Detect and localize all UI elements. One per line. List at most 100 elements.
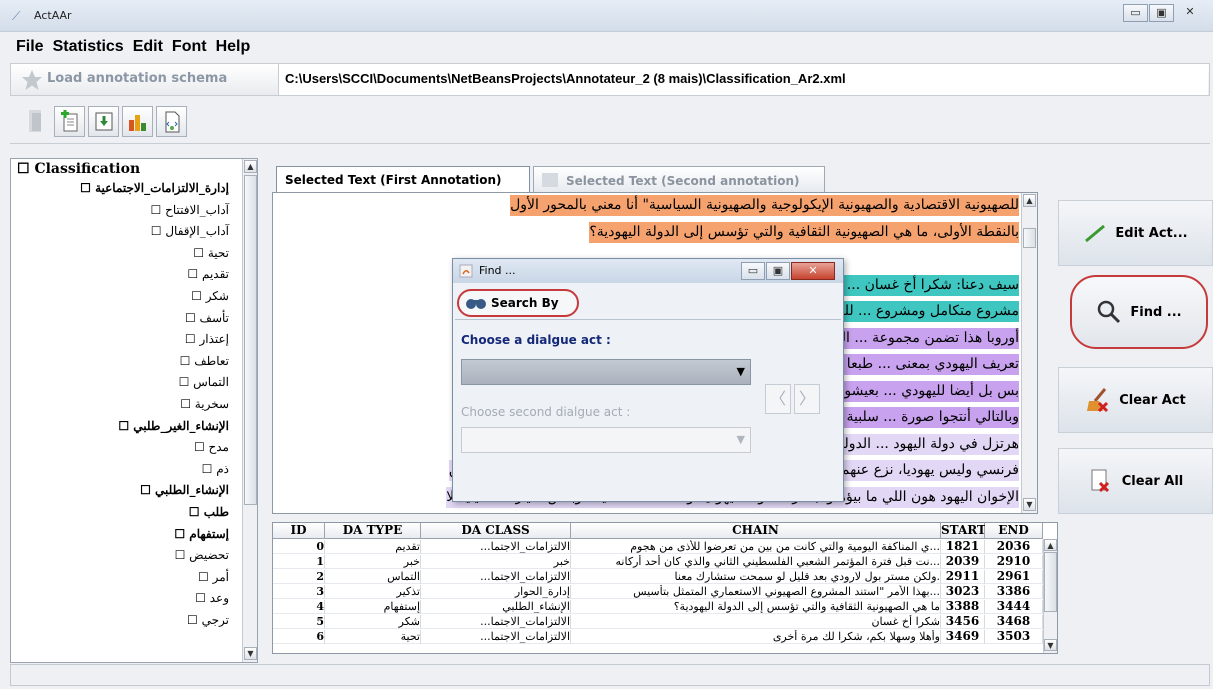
tab-first-annotation[interactable]: Selected Text (First Annotation) (276, 166, 530, 193)
tree-item[interactable]: تعاطف ☐ (180, 354, 229, 368)
tree-item[interactable]: شكر ☐ (191, 289, 229, 303)
find-button[interactable]: Find ... (1070, 275, 1208, 349)
table-scrollbar[interactable]: ▲ ▼ (1043, 539, 1057, 653)
dialog-minimize-button[interactable]: ▭ (741, 262, 765, 280)
maximize-button[interactable]: ▣ (1149, 4, 1174, 22)
column-header[interactable]: DA TYPE (325, 523, 421, 539)
leaf-icon: ☐ (198, 569, 213, 584)
folder-icon: ☐ (118, 418, 134, 433)
statistics-button[interactable] (122, 106, 153, 137)
clear-all-button[interactable]: Clear All (1058, 448, 1213, 514)
tree-scroll-up[interactable]: ▲ (244, 160, 257, 173)
load-schema-button[interactable]: Load annotation schema (47, 71, 227, 86)
leaf-icon: ☐ (179, 353, 195, 368)
menu-statistics[interactable]: Statistics (53, 38, 124, 56)
column-header[interactable]: CHAIN (571, 523, 941, 539)
edit-act-button[interactable]: Edit Act... (1058, 200, 1213, 266)
table-cell: 2036 (985, 540, 1043, 554)
tab-second-annotation[interactable]: Selected Text (Second annotation) (533, 166, 825, 193)
column-header[interactable]: END (985, 523, 1043, 539)
dialog-close-button[interactable]: ✕ (791, 262, 835, 280)
find-dialog: Find ... ▭ ▣ ✕ Search By Choose a dialgu… (452, 258, 844, 502)
tree-group[interactable]: إستفهام ☐ (174, 527, 229, 541)
tree-item[interactable]: مدح ☐ (194, 440, 229, 454)
export-xml-button[interactable] (156, 106, 187, 137)
text-scroll-up[interactable]: ▲ (1023, 194, 1036, 207)
tree-group[interactable]: طلب ☐ (189, 505, 229, 519)
tree-item[interactable]: تأسف ☐ (185, 311, 229, 325)
tree-scroll-down[interactable]: ▼ (244, 647, 257, 660)
pencil-icon (1085, 224, 1106, 243)
column-header[interactable]: DA CLASS (421, 523, 571, 539)
table-cell: 2039 (941, 555, 985, 569)
menu-file[interactable]: File (16, 38, 44, 56)
tree-item[interactable]: سخرية ☐ (180, 397, 229, 411)
leaf-icon: ☐ (195, 591, 210, 606)
tree-item[interactable]: إعتذار ☐ (185, 332, 229, 346)
tree-item[interactable]: التماس ☐ (179, 375, 229, 389)
table-cell: تحية (325, 630, 421, 644)
leaf-icon: ☐ (180, 397, 195, 411)
java-icon (459, 264, 473, 278)
table-cell: 2 (273, 570, 325, 584)
save-button[interactable] (88, 106, 119, 137)
table-cell: وأهلا وسهلا بكم، شكرا لك مرة أخرى (571, 630, 941, 644)
tree-item[interactable]: ذم ☐ (202, 462, 229, 476)
tree-item[interactable]: تحية ☐ (193, 246, 229, 260)
schema-path-field[interactable]: C:\Users\SCCI\Documents\NetBeansProjects… (278, 64, 1208, 95)
title-bar: ActAAr (0, 0, 1213, 32)
table-cell: الالتزامات_الاجتما... (421, 630, 571, 644)
table-cell: 3388 (941, 600, 985, 614)
exit-button[interactable] (20, 106, 51, 137)
column-header[interactable]: START (941, 523, 986, 539)
leaf-icon: ☐ (150, 202, 166, 217)
add-document-button[interactable] (54, 106, 85, 137)
tree-scrollbar[interactable]: ▲ ▼ (242, 159, 257, 662)
tree-item[interactable]: وعد ☐ (195, 591, 229, 605)
text-scroll-thumb[interactable] (1023, 228, 1036, 248)
dialog-maximize-button[interactable]: ▣ (766, 262, 790, 280)
search-by-tab[interactable]: Search By (457, 289, 579, 317)
column-header[interactable]: ID (273, 523, 325, 539)
table-cell: 3503 (985, 630, 1043, 644)
tree-item[interactable]: آداب_الافتتاح ☐ (151, 203, 229, 217)
table-cell: إدارة_الحوار (421, 585, 571, 599)
tree-group[interactable]: إدارة_الالتزامات_الاجتماعية ☐ (80, 181, 229, 195)
table-scroll-up[interactable]: ▲ (1044, 539, 1057, 551)
clear-act-button[interactable]: Clear Act (1058, 367, 1213, 433)
folder-icon: ☐ (140, 483, 156, 498)
table-scroll-down[interactable]: ▼ (1044, 639, 1057, 651)
tree-root[interactable]: ☐ Classification (17, 161, 140, 177)
text-line[interactable]: للصهيونية الاقتصادية والصهيونية الإيكولو… (510, 195, 1019, 216)
dialogue-act-select[interactable]: ▼ (461, 359, 751, 385)
leaf-icon: ☐ (193, 440, 209, 455)
menu-font[interactable]: Font (172, 38, 207, 56)
tree-group[interactable]: الإنشاء_الغير_طلبي ☐ (118, 419, 229, 433)
text-scroll-down[interactable]: ▼ (1023, 498, 1036, 511)
next-act-button[interactable]: 〉 (794, 384, 820, 414)
tree-item[interactable]: ترجي ☐ (187, 613, 229, 627)
previous-act-button[interactable]: 〈 (765, 384, 791, 414)
menu-edit[interactable]: Edit (133, 38, 163, 56)
table-cell: خبر (325, 555, 421, 569)
tree-group[interactable]: الإنشاء_الطلبي ☐ (140, 483, 229, 497)
text-scrollbar[interactable]: ▲ ▼ (1021, 193, 1037, 513)
table-scroll-thumb[interactable] (1044, 552, 1057, 612)
table-cell: الالتزامات_الاجتما... (421, 615, 571, 629)
text-line[interactable]: بالنقطة الأولى، ما هي الصهيونية الثقافية… (589, 221, 1019, 243)
minimize-button[interactable]: ▭ (1123, 4, 1148, 22)
tree-item[interactable]: تحضيض ☐ (175, 548, 229, 562)
second-dialogue-act-select[interactable]: ▼ (461, 427, 751, 453)
table-cell: 3469 (941, 630, 985, 644)
annotations-table: ID DA TYPE DA CLASS CHAIN START END 0 تقديم الا… (272, 522, 1058, 654)
table-cell: 5 (273, 615, 325, 629)
exit-icon (28, 110, 41, 132)
close-button[interactable]: ✕ (1175, 4, 1205, 22)
folder-icon: ☐ (80, 181, 96, 195)
tree-scroll-thumb[interactable] (244, 175, 257, 505)
tree-item[interactable]: آداب_الإقفال ☐ (151, 224, 229, 238)
menu-help[interactable]: Help (216, 38, 251, 56)
classification-tree: ☐ Classification إدارة_الالتزامات_الاجتم… (10, 158, 258, 663)
tree-item[interactable]: تقديم ☐ (187, 267, 229, 281)
tree-item[interactable]: أمر ☐ (198, 570, 229, 584)
